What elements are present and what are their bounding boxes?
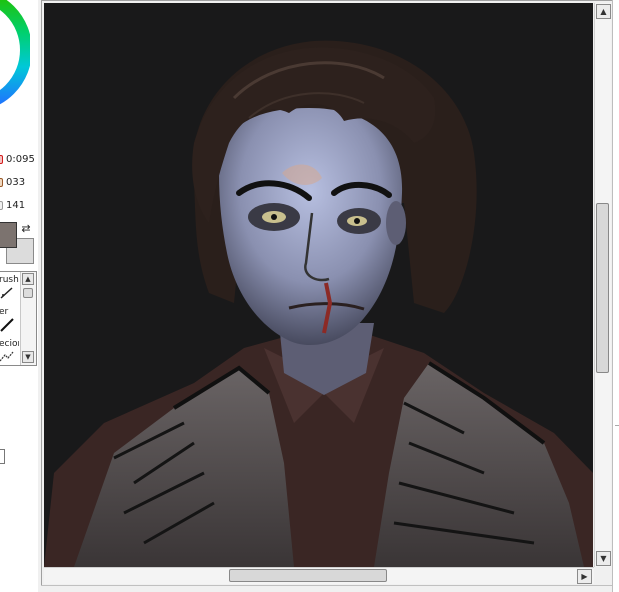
texture-brush-icon [0, 351, 14, 362]
scroll-down-icon[interactable]: ▼ [596, 551, 611, 566]
vertical-scroll-thumb[interactable] [596, 203, 609, 373]
scroll-up-icon[interactable]: ▲ [22, 273, 34, 285]
green-value: 033 [6, 177, 26, 188]
blue-value: 141 [6, 200, 26, 211]
option-box[interactable] [0, 449, 5, 464]
scrollbar-corner [594, 567, 611, 584]
brush-list-scroll-thumb[interactable] [23, 288, 33, 298]
red-value: 0:095 [6, 154, 35, 165]
green-slider[interactable]: 033 [0, 176, 38, 190]
canvas-vertical-scrollbar[interactable]: ▲ ▼ [594, 3, 611, 567]
color-wheel[interactable] [0, 0, 30, 120]
brush-item-label[interactable]: ecior [0, 339, 19, 349]
blue-slider[interactable]: 141 [0, 199, 38, 213]
brush-list-scrollbar[interactable]: ▲ ▼ [20, 272, 36, 365]
red-slider[interactable]: 0:095 [0, 153, 38, 167]
scroll-down-icon[interactable]: ▼ [22, 351, 34, 363]
right-panel-edge [612, 0, 619, 592]
blue-knob[interactable] [0, 201, 3, 210]
bottom-bar [41, 585, 612, 592]
canvas-horizontal-scrollbar[interactable]: ▶ [44, 567, 594, 584]
scroll-right-icon[interactable]: ▶ [577, 569, 592, 584]
drawing-canvas[interactable] [44, 3, 593, 567]
airbrush-icon [0, 287, 13, 299]
main-color-swatch[interactable] [0, 222, 17, 248]
scroll-up-icon[interactable]: ▲ [596, 4, 611, 19]
portrait-artwork [44, 40, 593, 567]
red-knob[interactable] [0, 155, 3, 164]
swap-colors-icon[interactable]: ⇄ [19, 222, 33, 236]
brush-item-label[interactable]: er [0, 307, 19, 317]
brush-item-label[interactable]: rush [0, 275, 19, 285]
horizontal-scroll-thumb[interactable] [229, 569, 387, 582]
tool-panel: 0:095 033 141 ⇄ rush er ecior ▲ ▼ [0, 0, 38, 592]
green-knob[interactable] [0, 178, 3, 187]
pen-icon [0, 318, 14, 332]
panel-mark [615, 425, 619, 438]
brush-list[interactable]: rush er ecior ▲ ▼ [0, 271, 37, 366]
